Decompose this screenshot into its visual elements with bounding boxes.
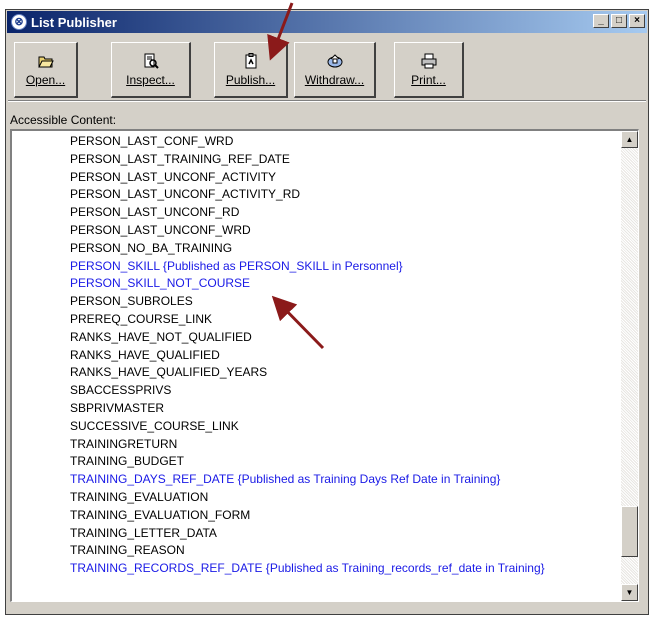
print-button[interactable]: Print... [394, 42, 464, 98]
list-item[interactable]: PERSON_LAST_UNCONF_ACTIVITY [70, 169, 545, 187]
title-bar[interactable]: ⊗ List Publisher _ □ × [7, 11, 647, 33]
scroll-thumb[interactable] [621, 506, 638, 557]
toolbar: Open... Inspect... Publish... Withdraw..… [8, 36, 646, 101]
scroll-up-arrow-icon[interactable]: ▲ [621, 131, 638, 148]
list-item[interactable]: RANKS_HAVE_QUALIFIED [70, 347, 545, 365]
list-item[interactable]: TRAINING_LETTER_DATA [70, 525, 545, 543]
list-item[interactable]: TRAINING_DAYS_REF_DATE {Published as Tra… [70, 471, 545, 489]
publish-button-label: Publish... [225, 72, 276, 87]
publish-icon [243, 52, 259, 69]
window-title: List Publisher [31, 14, 117, 30]
list-item[interactable]: TRAINING_BUDGET [70, 453, 545, 471]
list-item[interactable]: TRAINING_EVALUATION_FORM [70, 507, 545, 525]
inspect-button[interactable]: Inspect... [111, 42, 191, 98]
inspect-button-label: Inspect... [126, 72, 175, 87]
open-folder-icon [37, 53, 54, 69]
list-item[interactable]: SBACCESSPRIVS [70, 382, 545, 400]
close-button[interactable]: × [629, 14, 645, 28]
minimize-button[interactable]: _ [593, 14, 609, 28]
maximize-button[interactable]: □ [611, 14, 627, 28]
publish-button[interactable]: Publish... [214, 42, 288, 98]
list-item[interactable]: TRAINING_RECORDS_REF_DATE {Published as … [70, 560, 545, 578]
accessible-content-list[interactable]: PERSON_LAST_CONF_WRD PERSON_LAST_TRAINING… [10, 129, 639, 602]
list-item[interactable]: RANKS_HAVE_QUALIFIED_YEARS [70, 364, 545, 382]
list-item[interactable]: PERSON_LAST_UNCONF_RD [70, 204, 545, 222]
list-item[interactable]: PERSON_LAST_UNCONF_ACTIVITY_RD [70, 186, 545, 204]
list-item[interactable]: TRAININGRETURN [70, 436, 545, 454]
withdraw-icon [327, 53, 343, 69]
print-button-label: Print... [411, 72, 446, 87]
app-icon[interactable]: ⊗ [11, 14, 27, 30]
list-item[interactable]: SUCCESSIVE_COURSE_LINK [70, 418, 545, 436]
inspect-icon [143, 53, 159, 69]
list-item[interactable]: RANKS_HAVE_NOT_QUALIFIED [70, 329, 545, 347]
list-item[interactable]: SBPRIVMASTER [70, 400, 545, 418]
scroll-down-arrow-icon[interactable]: ▼ [621, 584, 638, 601]
printer-icon [421, 53, 437, 69]
list-item[interactable]: PERSON_LAST_TRAINING_REF_DATE [70, 151, 545, 169]
content-items: PERSON_LAST_CONF_WRD PERSON_LAST_TRAINING… [70, 133, 545, 578]
list-item[interactable]: PERSON_SUBROLES [70, 293, 545, 311]
open-button-label: Open... [25, 72, 66, 87]
list-item[interactable]: TRAINING_REASON [70, 542, 545, 560]
vertical-scrollbar[interactable]: ▲ ▼ [621, 131, 638, 601]
withdraw-button-label: Withdraw... [304, 72, 365, 87]
list-item[interactable]: PERSON_SKILL_NOT_COURSE [70, 275, 545, 293]
open-button[interactable]: Open... [14, 42, 78, 98]
list-item[interactable]: PERSON_LAST_CONF_WRD [70, 133, 545, 151]
list-item[interactable]: TRAINING_EVALUATION [70, 489, 545, 507]
list-item[interactable]: PERSON_LAST_UNCONF_WRD [70, 222, 545, 240]
withdraw-button[interactable]: Withdraw... [294, 42, 376, 98]
list-item[interactable]: PERSON_SKILL {Published as PERSON_SKILL … [70, 258, 545, 276]
list-item[interactable]: PERSON_NO_BA_TRAINING [70, 240, 545, 258]
accessible-content-label: Accessible Content: [10, 113, 117, 127]
list-item[interactable]: PREREQ_COURSE_LINK [70, 311, 545, 329]
